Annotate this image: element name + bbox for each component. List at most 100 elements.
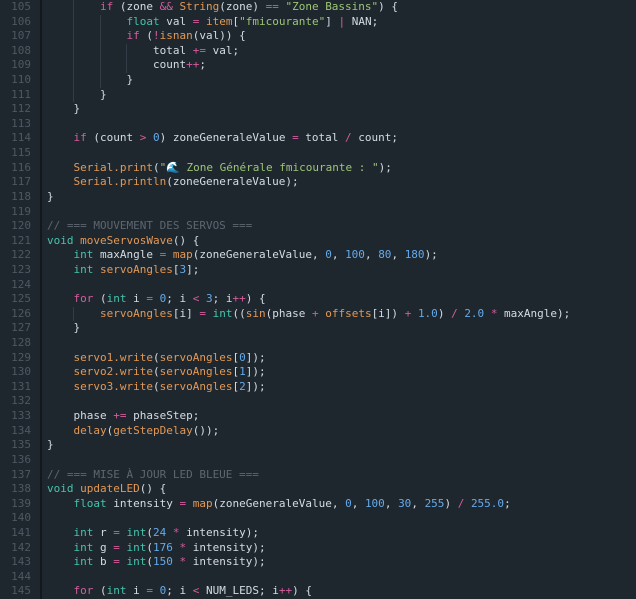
code-line[interactable]: 105 if (zone && String(zone) == "Zone Ba… xyxy=(0,0,636,15)
code-token: ); xyxy=(379,161,392,174)
code-line[interactable]: 120// === MOUVEMENT DES SERVOS === xyxy=(0,219,636,234)
line-number: 120 xyxy=(0,219,31,234)
code-line[interactable]: 145 for (int i = 0; i < NUM_LEDS; i++) { xyxy=(0,584,636,599)
code-line[interactable]: 137// === MISE À JOUR LED BLEUE === xyxy=(0,468,636,483)
code-line[interactable]: 109 count++; xyxy=(0,58,636,73)
gutter-border xyxy=(31,541,42,556)
code-line[interactable]: 132 xyxy=(0,394,636,409)
code-token: = xyxy=(146,292,153,305)
code-line[interactable]: 141 int r = int(24 * intensity); xyxy=(0,526,636,541)
code-token: 176 xyxy=(153,541,173,554)
code-token: ; i xyxy=(166,584,193,597)
code-line[interactable]: 144 xyxy=(0,570,636,585)
code-line[interactable]: 134 delay(getStepDelay()); xyxy=(0,424,636,439)
line-number: 141 xyxy=(0,526,31,541)
code-token: ) xyxy=(438,307,451,320)
code-line[interactable]: 140 xyxy=(0,511,636,526)
code-line[interactable]: 119 xyxy=(0,205,636,220)
gutter-border xyxy=(31,146,42,161)
code-line[interactable]: 126 servoAngles[i] = int((sin(phase + of… xyxy=(0,307,636,322)
code-token: && xyxy=(160,0,173,13)
code-editor[interactable]: 105 if (zone && String(zone) == "Zone Ba… xyxy=(0,0,636,599)
code-line[interactable]: 133 phase += phaseStep; xyxy=(0,409,636,424)
code-line[interactable]: 129 servo1.write(servoAngles[0]); xyxy=(0,351,636,366)
code-token: item xyxy=(206,15,233,28)
line-number: 114 xyxy=(0,131,31,146)
gutter-border xyxy=(31,526,42,541)
code-line[interactable]: 125 for (int i = 0; i < 3; i++) { xyxy=(0,292,636,307)
gutter-border xyxy=(31,394,42,409)
code-token: float xyxy=(74,497,107,510)
code-line[interactable]: 112 } xyxy=(0,102,636,117)
code-line[interactable]: 110 } xyxy=(0,73,636,88)
code-token xyxy=(47,526,74,539)
code-token: for xyxy=(74,584,94,597)
code-token: i xyxy=(127,292,147,305)
code-line[interactable]: 118} xyxy=(0,190,636,205)
code-line[interactable]: 122 int maxAngle = map(zoneGeneraleValue… xyxy=(0,248,636,263)
code-token: int xyxy=(74,248,94,261)
code-line[interactable]: 128 xyxy=(0,336,636,351)
code-line-content: void moveServosWave() { xyxy=(42,234,636,249)
code-token: Zone Générale fmicourante : " xyxy=(180,161,379,174)
code-line[interactable]: 135} xyxy=(0,438,636,453)
code-token: ( xyxy=(146,526,153,539)
code-line[interactable]: 139 float intensity = map(zoneGeneraleVa… xyxy=(0,497,636,512)
code-line-content xyxy=(42,511,636,526)
code-token: "Zone Bassins" xyxy=(285,0,378,13)
code-token: + xyxy=(312,307,319,320)
code-token: NAN; xyxy=(345,15,378,28)
code-line[interactable]: 108 total += val; xyxy=(0,44,636,59)
line-number: 139 xyxy=(0,497,31,512)
code-line-content: delay(getStepDelay()); xyxy=(42,424,636,439)
code-token: 150 xyxy=(153,555,173,568)
code-line[interactable]: 115 xyxy=(0,146,636,161)
code-line[interactable]: 143 int b = int(150 * intensity); xyxy=(0,555,636,570)
code-token xyxy=(47,15,126,28)
code-token: intensity); xyxy=(186,541,265,554)
line-number: 113 xyxy=(0,117,31,132)
code-line[interactable]: 111 } xyxy=(0,88,636,103)
code-line[interactable]: 114 if (count > 0) zoneGeneraleValue = t… xyxy=(0,131,636,146)
code-line[interactable]: 123 int servoAngles[3]; xyxy=(0,263,636,278)
code-token: , xyxy=(352,497,365,510)
code-line-content: Serial.println(zoneGeneraleValue); xyxy=(42,175,636,190)
code-token xyxy=(47,292,74,305)
line-number: 134 xyxy=(0,424,31,439)
code-token: 0 xyxy=(345,497,352,510)
code-token: ; i xyxy=(166,292,193,305)
code-token: g xyxy=(93,541,113,554)
code-line[interactable]: 116 Serial.print("🌊 Zone Générale fmicou… xyxy=(0,161,636,176)
code-token: int xyxy=(213,307,233,320)
code-line[interactable]: 121void moveServosWave() { xyxy=(0,234,636,249)
code-line[interactable]: 138void updateLED() { xyxy=(0,482,636,497)
code-line-content xyxy=(42,205,636,220)
code-line[interactable]: 136 xyxy=(0,453,636,468)
code-token: intensity); xyxy=(186,555,265,568)
line-number: 116 xyxy=(0,161,31,176)
code-token: servoAngles xyxy=(100,263,173,276)
code-token: () { xyxy=(140,482,167,495)
gutter-border xyxy=(31,424,42,439)
code-line[interactable]: 113 xyxy=(0,117,636,132)
code-line[interactable]: 127 } xyxy=(0,321,636,336)
code-line[interactable]: 106 float val = item["fmicourante"] | NA… xyxy=(0,15,636,30)
wave-emoji-icon: 🌊 xyxy=(166,161,180,174)
code-token xyxy=(120,526,127,539)
code-line[interactable]: 124 xyxy=(0,278,636,293)
code-line[interactable]: 107 if (!isnan(val)) { xyxy=(0,29,636,44)
code-token: offsets xyxy=(325,307,371,320)
code-token: ++ xyxy=(233,292,246,305)
indent-guide xyxy=(100,29,101,44)
line-number: 127 xyxy=(0,321,31,336)
code-line[interactable]: 131 servo3.write(servoAngles[2]); xyxy=(0,380,636,395)
code-line-content: count++; xyxy=(42,58,636,73)
gutter-border xyxy=(31,88,42,103)
code-line[interactable]: 130 servo2.write(servoAngles[1]); xyxy=(0,365,636,380)
code-token: ; i xyxy=(213,292,233,305)
code-line[interactable]: 117 Serial.println(zoneGeneraleValue); xyxy=(0,175,636,190)
code-line-content xyxy=(42,278,636,293)
code-line[interactable]: 142 int g = int(176 * intensity); xyxy=(0,541,636,556)
code-token: ) zoneGeneraleValue xyxy=(160,131,292,144)
code-token xyxy=(47,365,74,378)
